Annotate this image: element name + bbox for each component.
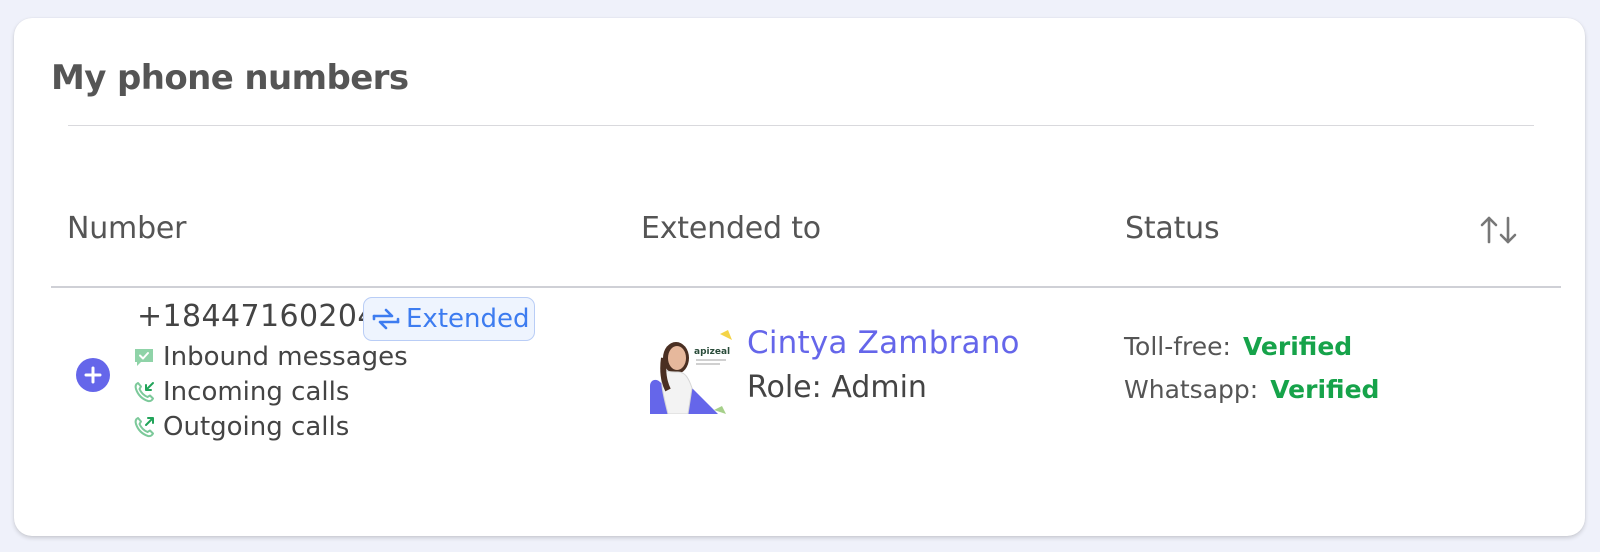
avatar-logo-text: apizeal <box>694 347 730 357</box>
feature-label: Outgoing calls <box>163 412 350 442</box>
column-header-status[interactable]: Status <box>1125 211 1220 246</box>
column-header-number[interactable]: Number <box>67 211 187 246</box>
feature-label: Incoming calls <box>163 377 350 407</box>
status-toll-free: Toll-free: Verified <box>1124 332 1352 361</box>
message-check-icon <box>135 349 153 366</box>
status-label: Whatsapp: <box>1124 375 1259 404</box>
status-whatsapp: Whatsapp: Verified <box>1124 375 1379 404</box>
outgoing-call-icon <box>134 417 154 438</box>
feature-inbound-messages: Inbound messages <box>133 340 408 374</box>
feature-label: Inbound messages <box>163 342 408 372</box>
transfer-arrows-icon <box>372 308 400 330</box>
feature-incoming-calls: Incoming calls <box>133 375 349 409</box>
user-role: Role: Admin <box>747 370 927 405</box>
phone-numbers-card: My phone numbers Number Extended to Stat… <box>14 18 1585 536</box>
page-title: My phone numbers <box>51 58 409 98</box>
status-value: Verified <box>1270 375 1380 404</box>
column-header-extended-to[interactable]: Extended to <box>641 211 821 246</box>
extended-badge-label: Extended <box>406 304 530 334</box>
incoming-call-icon <box>134 382 154 403</box>
header-divider <box>51 286 1561 288</box>
avatar: apizeal <box>648 328 734 414</box>
plus-icon <box>84 366 102 384</box>
role-value: Admin <box>831 370 927 405</box>
role-prefix: Role: <box>747 370 822 405</box>
sort-icon[interactable] <box>1478 214 1520 246</box>
phone-number: +18447160204 <box>137 299 377 334</box>
status-label: Toll-free: <box>1124 332 1231 361</box>
title-divider <box>68 125 1534 126</box>
user-name-link[interactable]: Cintya Zambrano <box>747 325 1020 361</box>
status-value: Verified <box>1242 332 1353 361</box>
extended-badge: Extended <box>363 297 535 341</box>
feature-outgoing-calls: Outgoing calls <box>133 410 349 444</box>
expand-row-button[interactable] <box>76 358 110 392</box>
